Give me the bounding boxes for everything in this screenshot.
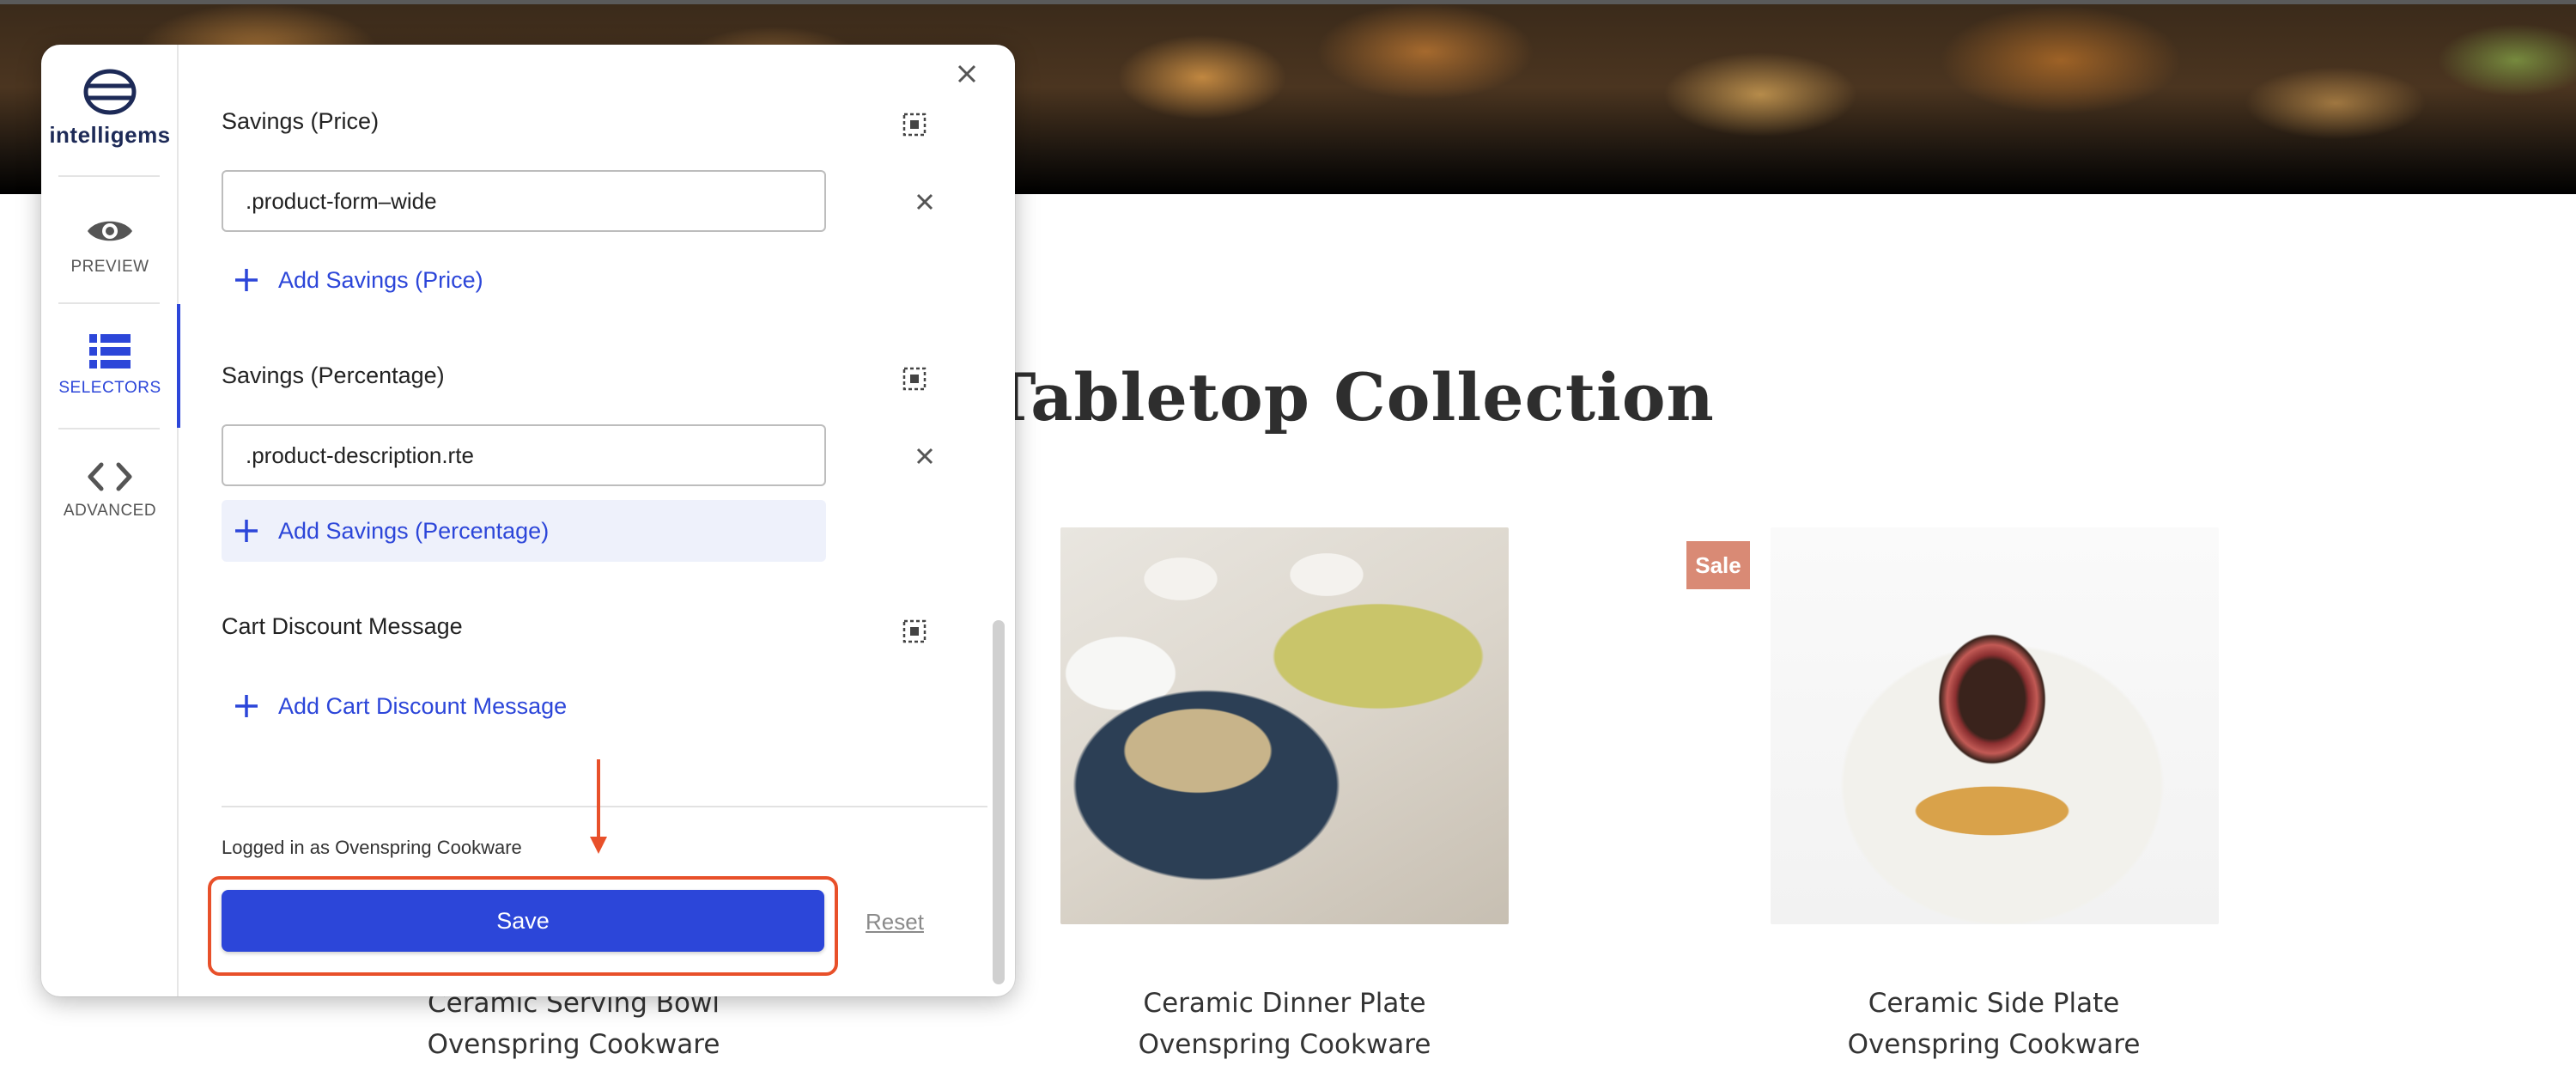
- save-button[interactable]: Save: [222, 890, 824, 952]
- code-icon: [88, 462, 132, 491]
- reset-link[interactable]: Reset: [866, 909, 924, 935]
- product-title-dinner-plate[interactable]: Ceramic Dinner Plate: [1044, 988, 1525, 1019]
- eye-icon: [88, 221, 132, 241]
- nav-preview[interactable]: PREVIEW: [41, 184, 179, 308]
- product-title-side-plate[interactable]: Ceramic Side Plate: [1753, 988, 2234, 1019]
- add-savings-price-button[interactable]: Add Savings (Price): [222, 249, 826, 311]
- savings-percentage-selector-input[interactable]: [222, 424, 826, 486]
- sale-badge: Sale: [1686, 541, 1750, 589]
- collection-title: Tabletop Collection: [987, 359, 1715, 436]
- brand-logo: intelligems: [41, 69, 179, 149]
- scrollbar-thumb[interactable]: [993, 620, 1005, 984]
- add-savings-percentage-button[interactable]: Add Savings (Percentage): [222, 500, 826, 562]
- nav-advanced[interactable]: ADVANCED: [41, 429, 179, 553]
- close-icon: [916, 193, 933, 210]
- nav-selectors[interactable]: SELECTORS: [41, 304, 180, 428]
- plus-icon: [235, 269, 258, 291]
- brand-name: intelligems: [49, 122, 171, 148]
- plus-icon: [235, 520, 258, 542]
- product-image-dinner-plate[interactable]: [1060, 527, 1509, 924]
- logged-in-text: Logged in as Ovenspring Cookware: [222, 837, 522, 858]
- add-link-label: Add Cart Discount Message: [278, 692, 568, 719]
- nav-divider: [58, 175, 160, 177]
- close-icon: [916, 448, 933, 465]
- selector-input[interactable]: [246, 442, 802, 469]
- intelligems-panel: intelligems PREVIEW SELECTORS ADVANCED S…: [41, 45, 1015, 996]
- close-icon: [957, 64, 976, 83]
- nav-label: PREVIEW: [70, 258, 149, 276]
- add-cart-discount-message-button[interactable]: Add Cart Discount Message: [222, 675, 826, 737]
- product-vendor: Ovenspring Cookware: [1138, 1029, 1431, 1060]
- product-image-side-plate[interactable]: [1771, 527, 2219, 924]
- selector-input[interactable]: [246, 187, 802, 215]
- add-link-label: Add Savings (Price): [278, 266, 483, 293]
- element-picker-icon[interactable]: [902, 112, 927, 137]
- plus-icon: [235, 695, 258, 717]
- section-title-savings-percentage: Savings (Percentage): [222, 362, 445, 388]
- top-strip: [0, 0, 2576, 4]
- list-icon: [89, 334, 131, 368]
- close-button[interactable]: [950, 57, 984, 91]
- nav-label: SELECTORS: [58, 379, 161, 397]
- product-vendor: Ovenspring Cookware: [1847, 1029, 2141, 1060]
- intelligems-logo-icon: [83, 69, 137, 115]
- product-vendor: Ovenspring Cookware: [427, 1029, 720, 1060]
- section-title-cart-discount-message: Cart Discount Message: [222, 613, 463, 639]
- element-picker-icon[interactable]: [902, 618, 927, 644]
- clear-selector-button[interactable]: [910, 187, 939, 216]
- side-nav: intelligems PREVIEW SELECTORS ADVANCED: [41, 45, 180, 996]
- savings-price-selector-input[interactable]: [222, 170, 826, 232]
- clear-selector-button[interactable]: [910, 442, 939, 471]
- add-link-label: Add Savings (Percentage): [278, 517, 550, 544]
- section-title-savings-price: Savings (Price): [222, 108, 380, 134]
- element-picker-icon[interactable]: [902, 366, 927, 392]
- annotation-arrow-icon: [590, 759, 607, 854]
- nav-label: ADVANCED: [63, 502, 157, 520]
